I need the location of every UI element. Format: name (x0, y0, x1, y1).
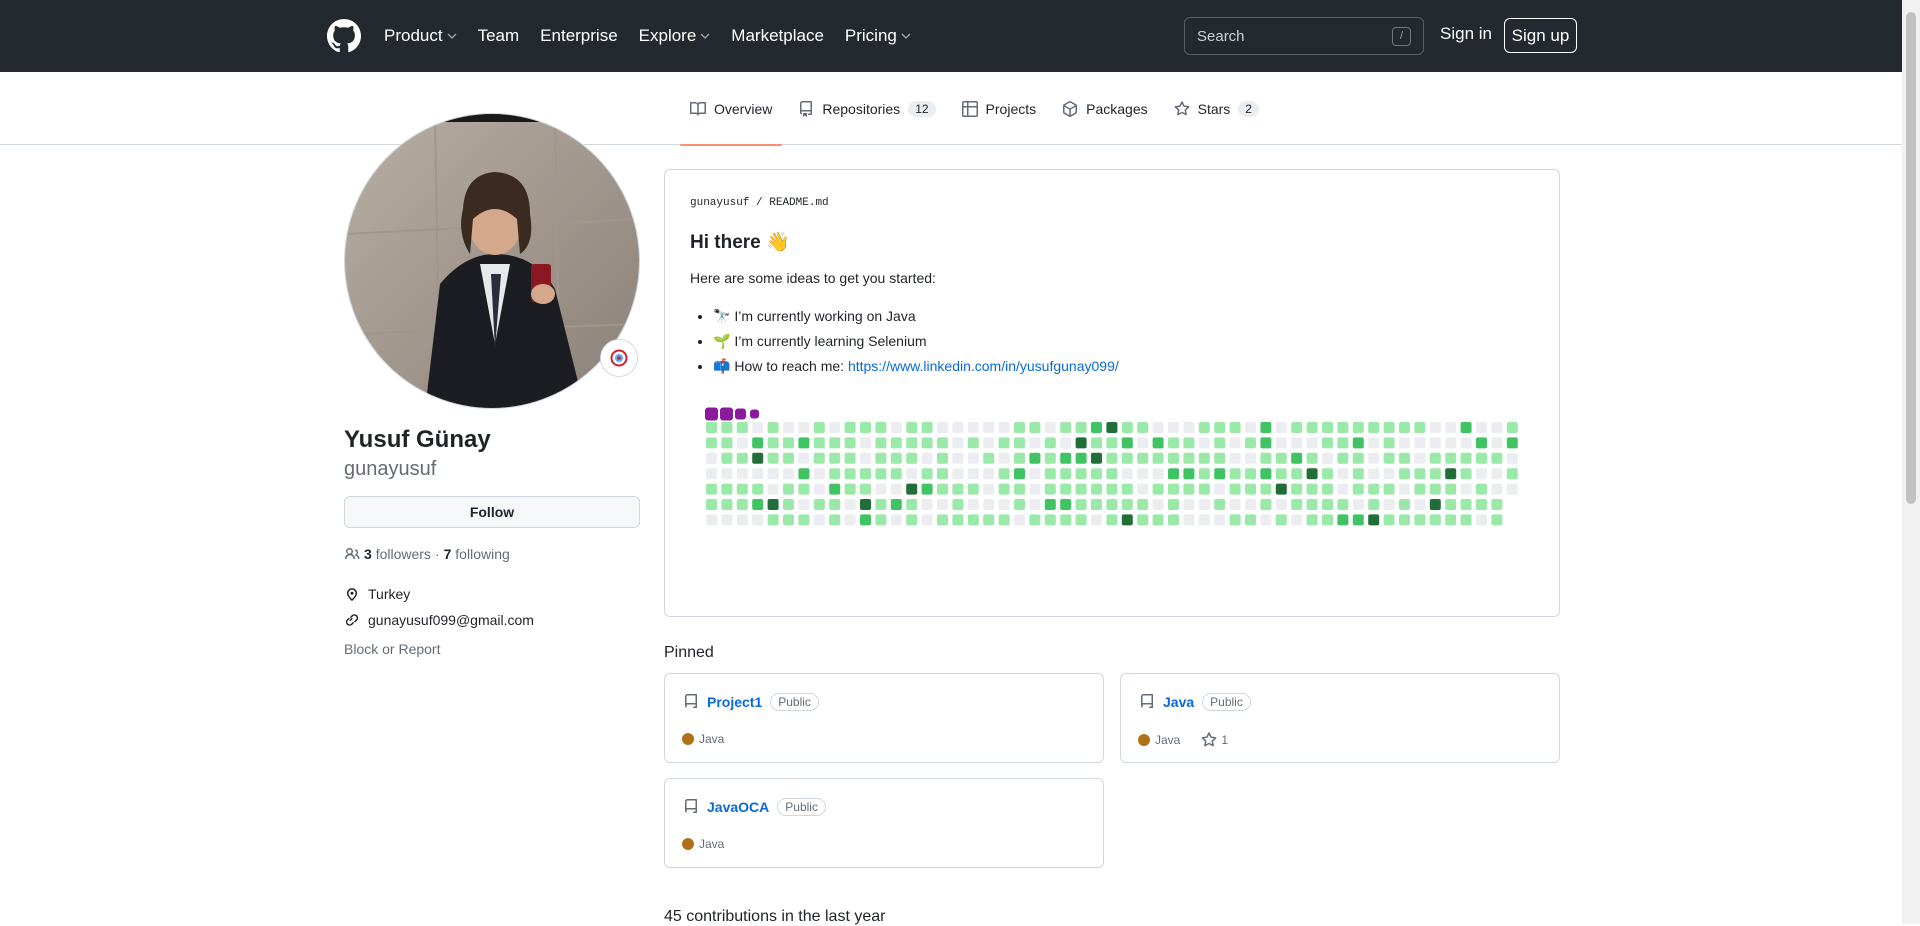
repo-link-java[interactable]: Java (1163, 694, 1194, 710)
location-icon (346, 588, 358, 601)
page-scrollbar[interactable] (1902, 0, 1920, 924)
chevron-down-icon (901, 33, 911, 39)
repo-link-project1[interactable]: Project1 (707, 694, 762, 710)
visibility-badge: Public (1202, 693, 1251, 711)
readme-file-link[interactable]: README.md (769, 197, 828, 209)
readme-owner-link[interactable]: gunayusuf (690, 197, 749, 209)
language-color-icon (1138, 734, 1150, 746)
target-icon (610, 349, 628, 367)
block-or-report-link[interactable]: Block or Report (344, 641, 440, 657)
profile-login: gunayusuf (344, 458, 437, 480)
follow-stats: 3 followers · 7 following (344, 546, 510, 562)
profile-name: Yusuf Günay (344, 426, 491, 453)
stars-count: 2 (1238, 100, 1259, 117)
sign-in-link[interactable]: Sign in (1440, 24, 1492, 44)
nav-product[interactable]: Product (384, 26, 457, 46)
readme-intro: Here are some ideas to get you started: (690, 270, 936, 286)
nav-team[interactable]: Team (478, 26, 520, 46)
language-color-icon (682, 733, 694, 745)
chevron-down-icon (700, 33, 710, 39)
site-header: Product Team Enterprise Explore Marketpl… (0, 0, 1902, 72)
tab-projects[interactable]: Projects (952, 72, 1047, 145)
link-icon (345, 614, 359, 626)
book-icon (690, 101, 706, 116)
table-icon (961, 100, 978, 117)
repositories-count: 12 (908, 100, 936, 117)
visibility-badge: Public (770, 693, 819, 711)
repo-icon (1141, 694, 1153, 708)
pinned-title: Pinned (664, 644, 714, 661)
tab-overview[interactable]: Overview (680, 72, 783, 146)
star-icon (1174, 100, 1189, 115)
tab-repositories[interactable]: Repositories 12 (788, 72, 945, 145)
star-icon (1201, 732, 1217, 747)
repo-link-javaoca[interactable]: JavaOCA (707, 799, 769, 815)
linkedin-link[interactable]: https://www.linkedin.com/in/yusufgunay09… (848, 358, 1119, 374)
visibility-badge: Public (777, 798, 826, 816)
search-input[interactable]: Search / (1184, 17, 1424, 55)
repo-icon (685, 799, 697, 813)
avatar-photo (345, 114, 639, 408)
nav-explore[interactable]: Explore (639, 26, 711, 46)
pinned-repo-card: Project1 Public Java (664, 673, 1104, 763)
profile-tabs: Overview Repositories 12 Projects Packag… (680, 72, 1275, 146)
profile-readme: gunayusuf / README.md Hi there 👋 Here ar… (664, 169, 1560, 617)
repo-icon (685, 694, 697, 708)
chevron-down-icon (447, 33, 457, 39)
nav-marketplace[interactable]: Marketplace (731, 26, 824, 46)
scrollbar-thumb[interactable] (1906, 12, 1916, 504)
search-shortcut-key: / (1392, 26, 1411, 46)
language-color-icon (682, 838, 694, 850)
readme-list: 🔭 I’m currently working on Java 🌱 I’m cu… (699, 305, 1119, 380)
repo-language: Java (1155, 733, 1181, 747)
status-emoji-icon[interactable] (600, 339, 638, 377)
main-nav: Product Team Enterprise Explore Marketpl… (384, 0, 932, 72)
follow-button[interactable]: Follow (344, 496, 640, 528)
readme-title: Hi there 👋 (690, 232, 790, 253)
tab-packages[interactable]: Packages (1052, 72, 1157, 145)
pinned-repo-card: Java Public Java 1 (1120, 673, 1560, 763)
repo-icon (800, 100, 813, 117)
pinned-repo-card: JavaOCA Public Java (664, 778, 1104, 868)
package-icon (1063, 100, 1078, 117)
followers-link[interactable]: 3 followers (364, 546, 431, 562)
repo-stars-link[interactable]: 1 (1201, 732, 1228, 748)
list-item: 📫 How to reach me: https://www.linkedin.… (713, 355, 1119, 380)
readme-path: gunayusuf / README.md (690, 197, 829, 209)
profile-tabs-bar: Overview Repositories 12 Projects Packag… (0, 72, 1902, 146)
nav-enterprise[interactable]: Enterprise (540, 26, 617, 46)
github-logo-icon[interactable] (327, 19, 361, 53)
repo-language: Java (699, 732, 725, 746)
list-item: 🌱 I’m currently learning Selenium (713, 330, 1119, 355)
location-row: Turkey (344, 586, 410, 602)
email-row[interactable]: gunayusuf099@gmail.com (344, 612, 534, 628)
avatar[interactable] (344, 113, 640, 409)
tab-stars[interactable]: Stars 2 (1164, 72, 1269, 145)
contribution-snake-image (705, 407, 1518, 526)
contributions-summary: 45 contributions in the last year (664, 908, 886, 925)
list-item: 🔭 I’m currently working on Java (713, 305, 1119, 330)
sign-up-button[interactable]: Sign up (1504, 18, 1577, 53)
nav-pricing[interactable]: Pricing (845, 26, 911, 46)
people-icon (345, 548, 360, 560)
repo-language: Java (699, 837, 725, 851)
following-link[interactable]: 7 following (444, 546, 510, 562)
